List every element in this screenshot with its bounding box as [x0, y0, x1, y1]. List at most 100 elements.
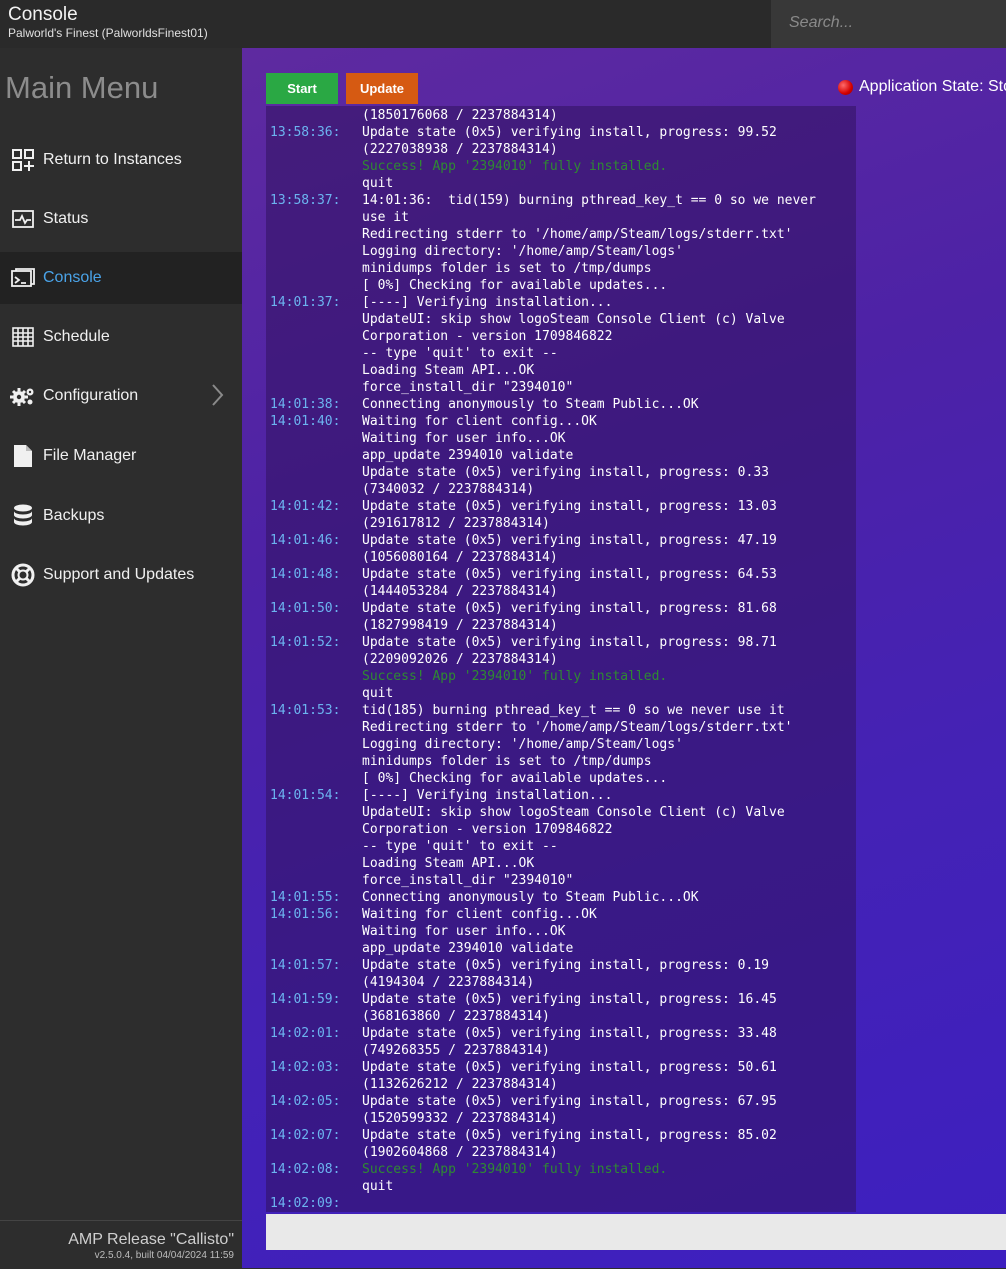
console-line: 13:58:36: Update state (0x5) verifying in… — [266, 124, 852, 141]
sidebar-item-support-and-updates[interactable]: Support and Updates — [0, 549, 242, 601]
console-line: quit — [266, 1178, 852, 1195]
page-title: Console — [8, 4, 78, 25]
console-line-message: Update state (0x5) verifying install, pr… — [362, 533, 777, 548]
console-line-timestamp — [266, 1178, 362, 1195]
sidebar-item-schedule[interactable]: Schedule — [0, 311, 242, 363]
search-input[interactable] — [787, 13, 991, 33]
console-line: (4194304 / 2237884314) — [266, 974, 852, 991]
console-output[interactable]: Update state (0x5) verifying install, pr… — [266, 106, 856, 1212]
console-command-input[interactable] — [266, 1214, 1006, 1250]
console-line: [ 0%] Checking for available updates... — [266, 770, 852, 787]
console-line-timestamp — [266, 1008, 362, 1025]
console-line: minidumps folder is set to /tmp/dumps — [266, 753, 852, 770]
console-line-message: (1444053284 / 2237884314) — [362, 584, 558, 599]
console-line: (1056080164 / 2237884314) — [266, 549, 852, 566]
console-line: Success! App '2394010' fully installed. — [266, 158, 852, 175]
console-line: -- type 'quit' to exit -- — [266, 345, 852, 362]
console-line-timestamp — [266, 345, 362, 362]
console-line: Redirecting stderr to '/home/amp/Steam/l… — [266, 226, 852, 243]
console-line: (1850176068 / 2237884314) — [266, 107, 852, 124]
console-line-message: Corporation - version 1709846822 — [362, 822, 613, 837]
console-line: use it — [266, 209, 852, 226]
sidebar-item-configuration[interactable]: Configuration — [0, 370, 242, 422]
console-line: Loading Steam API...OK — [266, 362, 852, 379]
console-line: 14:01:40: Waiting for client config...OK — [266, 413, 852, 430]
console-line-message: Logging directory: '/home/amp/Steam/logs… — [362, 737, 683, 752]
console-line-message: app_update 2394010 validate — [362, 448, 574, 463]
console-line-timestamp — [266, 855, 362, 872]
console-line-timestamp: 14:01:38: — [270, 397, 341, 412]
console-line: (2227038938 / 2237884314) — [266, 141, 852, 158]
console-line: 14:01:57: Update state (0x5) verifying in… — [266, 957, 852, 974]
console-line-message: Update state (0x5) verifying install, pr… — [362, 567, 777, 582]
instances-grid-icon — [10, 147, 36, 173]
console-line-message: UpdateUI: skip show logoSteam Console Cl… — [362, 312, 785, 327]
console-line-message: minidumps folder is set to /tmp/dumps — [362, 754, 652, 769]
console-line-timestamp — [266, 260, 362, 277]
lifebuoy-icon — [10, 562, 36, 588]
console-line: Update state (0x5) verifying install, pr… — [266, 464, 852, 481]
console-line-timestamp: 14:01:56: — [270, 907, 341, 922]
main-content: Start Update Application State: Sto Upda… — [242, 48, 1006, 1268]
console-line-message: (1850176068 / 2237884314) — [362, 108, 558, 123]
console-line: UpdateUI: skip show logoSteam Console Cl… — [266, 804, 852, 821]
console-line: 13:58:37: 14:01:36: tid(159) burning pthr… — [266, 192, 852, 209]
console-line: Logging directory: '/home/amp/Steam/logs… — [266, 243, 852, 260]
sidebar-item-backups[interactable]: Backups — [0, 490, 242, 542]
console-line: app_update 2394010 validate — [266, 940, 852, 957]
console-line-message: Update state (0x5) verifying install, pr… — [362, 499, 777, 514]
sidebar-item-console[interactable]: Console — [0, 252, 242, 304]
console-line-message: Connecting anonymously to Steam Public..… — [362, 890, 699, 905]
console-line-message: Update state (0x5) verifying install, pr… — [362, 1128, 777, 1143]
gears-icon — [10, 383, 36, 409]
console-line-timestamp — [266, 277, 362, 294]
console-line-timestamp: 14:01:50: — [270, 601, 341, 616]
console-line: Success! App '2394010' fully installed. — [266, 668, 852, 685]
console-line-timestamp — [266, 872, 362, 889]
console-line-timestamp: 14:01:54: — [270, 788, 341, 803]
console-line: Waiting for user info...OK — [266, 923, 852, 940]
console-line: (368163860 / 2237884314) — [266, 1008, 852, 1025]
console-line: 14:01:38: Connecting anonymously to Steam… — [266, 396, 852, 413]
console-line: 14:02:08: Success! App '2394010' fully in… — [266, 1161, 852, 1178]
console-line-timestamp — [266, 923, 362, 940]
sidebar-item-label: Configuration — [43, 387, 139, 404]
application-state-label: Application State: Sto — [859, 78, 1006, 95]
console-line-timestamp — [266, 753, 362, 770]
console-line-message: (1132626212 / 2237884314) — [362, 1077, 558, 1092]
console-line-timestamp: 14:02:07: — [270, 1128, 341, 1143]
console-line-timestamp: 14:01:59: — [270, 992, 341, 1007]
console-line: Corporation - version 1709846822 — [266, 328, 852, 345]
console-line-message: Success! App '2394010' fully installed. — [362, 159, 668, 174]
console-line-timestamp — [266, 974, 362, 991]
sidebar-item-label: Backups — [43, 507, 105, 524]
sidebar-item-status[interactable]: Status — [0, 193, 242, 245]
console-line-message: Loading Steam API...OK — [362, 363, 535, 378]
console-line: force_install_dir "2394010" — [266, 379, 852, 396]
console-line: 14:02:01: Update state (0x5) verifying in… — [266, 1025, 852, 1042]
update-button[interactable]: Update — [346, 73, 418, 104]
console-line-timestamp — [266, 209, 362, 226]
console-line-timestamp: 14:01:52: — [270, 635, 341, 650]
console-line-message: Update state (0x5) verifying install, pr… — [362, 992, 777, 1007]
console-line-message: Waiting for client config...OK — [362, 907, 597, 922]
console-line-message: tid(185) burning pthread_key_t == 0 so w… — [362, 703, 785, 718]
status-pulse-icon — [10, 206, 36, 232]
sidebar-item-label: File Manager — [43, 447, 137, 464]
state-indicator-icon — [838, 79, 853, 95]
console-line-message: [ 0%] Checking for available updates... — [362, 771, 668, 786]
start-button[interactable]: Start — [266, 73, 338, 104]
console-line-timestamp — [266, 379, 362, 396]
main-menu-title: Main Menu — [5, 70, 159, 105]
sidebar-item-return-to-instances[interactable]: Return to Instances — [0, 134, 242, 186]
console-line-timestamp: 14:01:53: — [270, 703, 341, 718]
console-line: quit — [266, 685, 852, 702]
console-line: 14:02:07: Update state (0x5) verifying in… — [266, 1127, 852, 1144]
console-line-message: Waiting for user info...OK — [362, 924, 566, 939]
console-line-timestamp — [266, 804, 362, 821]
console-line-message: Update state (0x5) verifying install, pr… — [362, 601, 777, 616]
console-line-timestamp — [266, 1144, 362, 1161]
console-line-timestamp: 14:02:09: — [270, 1196, 341, 1211]
console-line-timestamp — [266, 940, 362, 957]
sidebar-item-file-manager[interactable]: File Manager — [0, 430, 242, 482]
